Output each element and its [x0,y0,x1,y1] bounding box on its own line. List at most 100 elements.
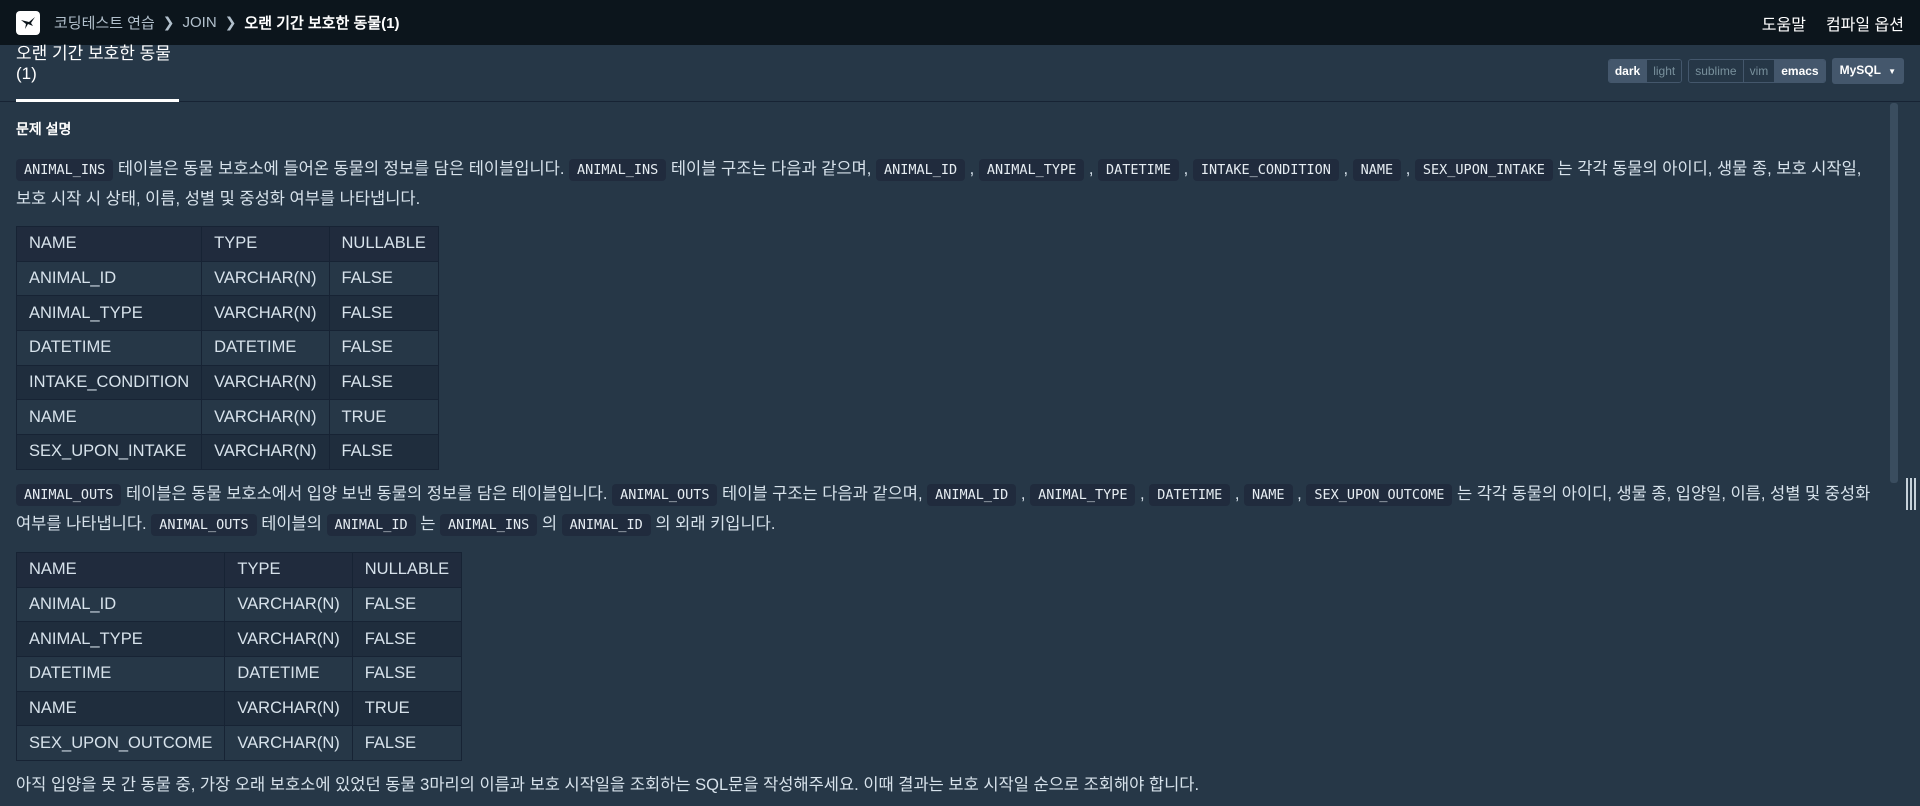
table-cell: FALSE [351,725,463,761]
problem-paragraph-2: ANIMAL_OUTS 테이블은 동물 보호소에서 입양 보낸 동물의 정보를 … [16,480,1874,540]
table-cell: INTAKE_CONDITION [15,364,203,401]
text: 테이블은 동물 보호소에서 입양 보낸 동물의 정보를 담은 테이블입니다. [121,484,613,503]
table-cell: SEX_UPON_INTAKE [15,434,203,470]
table-cell: ANIMAL_TYPE [15,295,203,332]
breadcrumb: 코딩테스트 연습 ❯ JOIN ❯ 오랜 기간 보호한 동물(1) [54,12,399,33]
inline-code: ANIMAL_ID [927,483,1017,506]
table-cell: FALSE [351,655,463,692]
top-navigation-bar: 코딩테스트 연습 ❯ JOIN ❯ 오랜 기간 보호한 동물(1) 도움말 컴파… [0,0,1920,45]
keymap-sublime-button[interactable]: sublime [1689,60,1743,82]
table-cell: FALSE [328,434,439,470]
inline-code: ANIMAL_INS [16,159,114,181]
inline-code: ANIMAL_ID [875,159,966,181]
keymap-vim-button[interactable]: vim [1742,60,1775,82]
table-row: NAME VARCHAR(N) TRUE [15,399,439,436]
table-cell: DATETIME [15,330,203,366]
theme-toggle: dark light [1607,59,1683,83]
inline-code: ANIMAL_OUTS [612,483,718,506]
animal-outs-table: NAME TYPE NULLABLE ANIMAL_ID VARCHAR(N) … [15,551,463,761]
problem-description-panel[interactable]: 문제 설명 ANIMAL_INS 테이블은 동물 보호소에 들어온 동물의 정보… [0,103,1890,806]
text: 의 [537,514,562,533]
problem-paragraph-1: ANIMAL_INS 테이블은 동물 보호소에 들어온 동물의 정보를 담은 테… [16,159,1862,208]
table-cell: VARCHAR(N) [201,295,330,332]
table-header-cell: TYPE [224,551,353,588]
breadcrumb-current: 오랜 기간 보호한 동물(1) [244,15,400,32]
chevron-right-icon: ❯ [224,14,237,30]
table-header-cell: NULLABLE [328,226,439,262]
breadcrumb-item-join[interactable]: JOIN [183,14,217,31]
inline-code: SEX_UPON_INTAKE [1414,159,1553,181]
table-cell: ANIMAL_ID [15,586,226,623]
table-cell: SEX_UPON_OUTCOME [15,725,226,761]
table-cell: VARCHAR(N) [224,690,353,727]
table-cell: VARCHAR(N) [201,364,330,401]
text: 테이블의 [256,514,327,533]
programmers-logo-icon[interactable] [16,10,40,35]
table-cell: FALSE [351,586,463,623]
table-cell: FALSE [328,364,439,401]
tab-bar: 오랜 기간 보호한 동물(1) dark light sublime vim e… [0,44,1920,102]
scrollbar[interactable] [1890,103,1898,483]
inline-code: ANIMAL_TYPE [978,159,1085,181]
table-header-cell: NULLABLE [351,551,463,588]
inline-code: ANIMAL_OUTS [151,513,257,536]
table-row: ANIMAL_ID VARCHAR(N) FALSE [15,260,439,297]
table-cell: DATETIME [201,330,330,366]
compile-options-button[interactable]: 컴파일 옵션 [1826,11,1904,35]
animal-ins-table: NAME TYPE NULLABLE ANIMAL_ID VARCHAR(N) … [15,226,439,470]
table-cell: DATETIME [224,655,353,692]
breadcrumb-item-coding-test[interactable]: 코딩테스트 연습 [54,12,155,33]
text: 는 [415,514,441,533]
table-cell: VARCHAR(N) [201,260,330,297]
panel-resize-handle-icon[interactable] [1906,478,1916,510]
table-row: DATETIME DATETIME FALSE [15,330,439,366]
inline-code: ANIMAL_ID [326,513,416,536]
table-cell: FALSE [328,330,439,366]
text: 테이블은 동물 보호소에 들어온 동물의 정보를 담은 테이블입니다. [113,160,569,178]
table-row: NAME VARCHAR(N) TRUE [15,690,463,727]
table-cell: VARCHAR(N) [224,621,353,657]
table-cell: VARCHAR(N) [201,434,330,470]
problem-paragraph-3: 아직 입양을 못 간 동물 중, 가장 오래 보호소에 있었던 동물 3마리의 … [16,775,1200,794]
table-cell: ANIMAL_ID [15,260,203,297]
table-row: ANIMAL_TYPE VARCHAR(N) FALSE [15,621,463,657]
table-cell: VARCHAR(N) [201,399,330,436]
table-row: INTAKE_CONDITION VARCHAR(N) FALSE [15,364,439,401]
editor-controls: dark light sublime vim emacs MySQL ▼ [1607,58,1904,84]
table-row: ANIMAL_ID VARCHAR(N) FALSE [15,586,463,623]
inline-code: ANIMAL_OUTS [16,483,122,506]
theme-light-button[interactable]: light [1646,60,1682,82]
language-select-value: MySQL [1839,63,1881,77]
inline-code: ANIMAL_TYPE [1030,483,1136,506]
table-header-cell: NAME [15,551,226,588]
table-header-cell: TYPE [201,226,330,262]
chevron-right-icon: ❯ [162,14,175,30]
table-cell: NAME [15,399,203,436]
inline-code: DATETIME [1098,159,1180,181]
table-cell: TRUE [328,399,439,436]
keymap-emacs-button[interactable]: emacs [1774,60,1825,82]
language-select[interactable]: MySQL ▼ [1831,58,1904,84]
inline-code: INTAKE_CONDITION [1192,159,1339,181]
theme-dark-button[interactable]: dark [1608,60,1647,82]
inline-code: NAME [1352,159,1402,181]
table-row: ANIMAL_TYPE VARCHAR(N) FALSE [15,295,439,332]
inline-code: DATETIME [1149,483,1231,506]
caret-down-icon: ▼ [1888,67,1896,76]
table-row: SEX_UPON_INTAKE VARCHAR(N) FALSE [15,434,439,470]
help-button[interactable]: 도움말 [1762,11,1806,35]
table-row: SEX_UPON_OUTCOME VARCHAR(N) FALSE [15,725,463,761]
inline-code: NAME [1244,483,1293,506]
text: 의 외래 키입니다. [650,514,776,533]
table-cell: FALSE [351,621,463,657]
table-cell: ANIMAL_TYPE [15,621,226,657]
keymap-toggle: sublime vim emacs [1688,59,1826,83]
problem-heading: 문제 설명 [16,121,72,137]
table-cell: FALSE [328,295,439,332]
table-cell: NAME [15,690,226,727]
inline-code: ANIMAL_INS [440,513,538,536]
tab-problem-title[interactable]: 오랜 기간 보호한 동물(1) [16,39,179,102]
table-cell: VARCHAR(N) [224,725,353,761]
text: 테이블 구조는 다음과 같으며, [666,160,876,178]
table-cell: FALSE [328,260,439,297]
